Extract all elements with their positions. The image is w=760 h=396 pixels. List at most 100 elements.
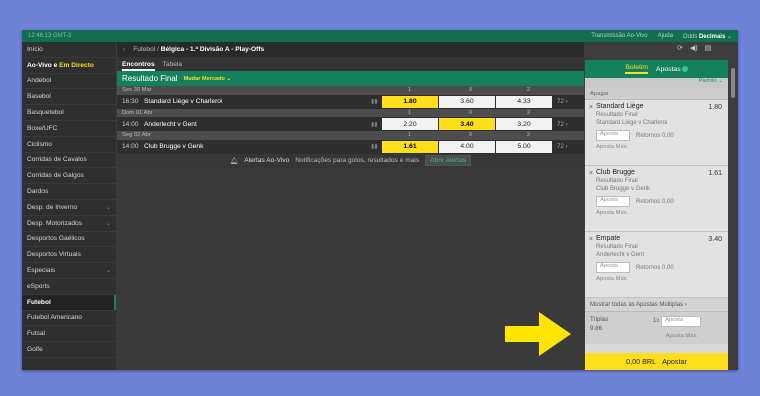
odds-button-away[interactable]: 4.33	[496, 95, 552, 108]
bet-selection: × Standard Liège 1.80 Resultado Final St…	[585, 100, 728, 166]
more-markets-link[interactable]: 72 ›	[557, 143, 568, 150]
show-multiples-label: Mostrar todas as Apostas Múltiplas	[590, 301, 684, 308]
tab-encontros[interactable]: Encontros	[122, 61, 155, 71]
show-multiples-link[interactable]: Mostrar todas as Apostas Múltiplas ›	[585, 298, 728, 312]
match-row[interactable]: 14:00 Anderlecht v Gent ▮▮ 2.20 3.40 3.2…	[117, 117, 584, 131]
sports-sidebar: Início Ao-Vivo e Em Directo Andebol Base…	[22, 42, 116, 370]
selection-market: Resultado Final	[596, 244, 638, 250]
odds-button-home[interactable]: 1.61	[382, 140, 438, 153]
sidebar-item-futsal[interactable]: Futsal	[22, 326, 116, 343]
list-icon[interactable]: ▤	[705, 44, 712, 52]
max-stake-link[interactable]: Aposta Máx.	[590, 144, 723, 150]
remove-selection-icon[interactable]: ×	[589, 104, 593, 111]
match-teams[interactable]: Club Brugge v Genk	[144, 143, 203, 150]
match-teams[interactable]: Anderlecht v Gent	[144, 121, 197, 128]
chevron-down-icon: ⌄	[718, 78, 723, 84]
sidebar-item-corridas-galgos[interactable]: Corridas de Galgos	[22, 168, 116, 185]
match-time: 16:30	[122, 98, 139, 105]
sidebar-item-futebol-americano[interactable]: Futebol Americano	[22, 311, 116, 327]
sidebar-item-live[interactable]: Ao-Vivo e Em Directo	[22, 58, 116, 74]
tab-bar: Encontros Tabela	[117, 57, 584, 71]
more-markets-link[interactable]: 72 ›	[557, 121, 568, 128]
open-alerts-button[interactable]: Abrir Alertas	[425, 155, 472, 166]
selection-name: Empate	[596, 235, 621, 242]
stake-input[interactable]: Aposta	[596, 130, 630, 141]
help-link[interactable]: Ajuda	[658, 33, 673, 39]
place-bet-button[interactable]: 0,00 BRL Apostar	[585, 353, 728, 370]
stats-icon[interactable]: ▮▮	[371, 143, 378, 150]
odds-button-draw[interactable]: 3.40	[439, 118, 495, 130]
odds-button-home[interactable]: 1.80	[382, 95, 438, 108]
odds-format-selector[interactable]: Odds Decimais ⌄	[683, 33, 732, 40]
sidebar-item-label: Especiais	[27, 267, 56, 275]
tab-boletim[interactable]: Boletim	[625, 64, 649, 74]
change-market-button[interactable]: Mudar Mercado ⌄	[184, 76, 232, 82]
live-stream-link[interactable]: Transmissão Ao-Vivo	[591, 33, 647, 39]
column-header-home: 1	[407, 109, 412, 116]
sidebar-item-basebol[interactable]: Basebol	[22, 89, 116, 106]
match-teams[interactable]: Standard Liège v Charleroi	[144, 98, 222, 105]
more-markets-link[interactable]: 72 ›	[557, 98, 568, 105]
sidebar-item-desp-inverno[interactable]: Desp. de Inverno ⌄	[22, 200, 116, 216]
stake-row: Aposta Retornos 0,00	[596, 130, 723, 141]
sidebar-item-corridas-cavalos[interactable]: Corridas de Cavalos	[22, 153, 116, 169]
sidebar-item-desportos-virtuais[interactable]: Desportos Virtuais	[22, 247, 116, 264]
sidebar-item-esports[interactable]: eSports	[22, 279, 116, 295]
chevron-down-icon: ⌄	[105, 220, 111, 227]
sidebar-item-basquetebol[interactable]: Basquetebol	[22, 105, 116, 121]
stake-input[interactable]: Aposta	[596, 196, 630, 207]
slip-mode-selector[interactable]: Padrão ⌄	[585, 78, 728, 88]
stake-input[interactable]: Aposta	[596, 262, 630, 273]
sound-icon[interactable]: ◀︎)	[690, 44, 698, 52]
max-stake-link[interactable]: Aposta Máx.	[590, 276, 723, 282]
odds-button-draw[interactable]: 4.00	[439, 140, 495, 153]
stats-icon[interactable]: ▮▮	[371, 121, 378, 128]
chevron-down-icon: ⌄	[226, 75, 232, 82]
date-row: Dom 01 Abr 1 X 2	[117, 108, 584, 117]
back-arrow-icon[interactable]: ‹	[123, 46, 125, 53]
sidebar-item-andebol[interactable]: Andebol	[22, 74, 116, 90]
refresh-icon[interactable]: ⟳	[677, 44, 683, 52]
odds-button-away[interactable]: 3.20	[496, 118, 552, 130]
remove-selection-icon[interactable]: ×	[589, 236, 593, 243]
sidebar-item-desp-motorizados[interactable]: Desp. Motorizados ⌄	[22, 216, 116, 232]
odds-button-away[interactable]: 5.00	[496, 140, 552, 153]
sidebar-item-inicio[interactable]: Início	[22, 42, 116, 58]
match-row[interactable]: 14:00 Club Brugge v Genk ▮▮ 1.61 4.00 5.…	[117, 139, 584, 154]
triplas-stake-input[interactable]: Aposta	[661, 316, 701, 327]
column-header-draw: X	[468, 132, 473, 139]
odds-button-draw[interactable]: 3.60	[439, 95, 495, 108]
match-time: 14:00	[122, 120, 139, 128]
market-title: Resultado Final	[122, 74, 178, 83]
max-stake-link[interactable]: Aposta Máx.	[590, 210, 723, 216]
breadcrumb-root[interactable]: Futebol	[133, 46, 155, 53]
sidebar-item-ciclismo[interactable]: Ciclismo	[22, 137, 116, 153]
returns-text: Retornos 0,00	[636, 198, 674, 205]
sidebar-item-futebol[interactable]: Futebol	[22, 294, 116, 311]
bet-selection: × Empate 3.40 Resultado Final Anderlecht…	[585, 232, 728, 298]
selection-name: Standard Liège	[596, 103, 644, 110]
odds-button-home[interactable]: 2.20	[382, 118, 438, 130]
sidebar-item-label: Boxe/UFC	[27, 124, 58, 132]
sidebar-item-especiais[interactable]: Especiais ⌄	[22, 263, 116, 279]
sidebar-item-dardos[interactable]: Dardos	[22, 184, 116, 200]
match-row[interactable]: 16:30 Standard Liège v Charleroi ▮▮ 1.80…	[117, 94, 584, 109]
sidebar-item-desportos-gaelicos[interactable]: Desportos Gaélicos	[22, 232, 116, 248]
selection-market: Resultado Final	[596, 178, 638, 184]
sidebar-item-label: Desp. de Inverno	[27, 203, 78, 211]
sidebar-item-boxe[interactable]: Boxe/UFC	[22, 121, 116, 137]
scrollbar[interactable]	[728, 60, 738, 370]
tab-apostas[interactable]: Apostas	[656, 65, 688, 73]
clear-slip-button[interactable]: Apagar	[585, 88, 728, 100]
remove-selection-icon[interactable]: ×	[589, 170, 593, 177]
stats-icon[interactable]: ▮▮	[371, 98, 378, 105]
match-date: Sex 30 Mar	[122, 87, 152, 94]
odds-format-label: Odds	[682, 33, 698, 40]
yellow-arrow-icon	[505, 312, 571, 356]
tab-tabela[interactable]: Tabela	[163, 61, 182, 71]
sidebar-item-label: Desportos Virtuais	[27, 251, 81, 259]
column-header-home: 1	[407, 132, 412, 139]
scrollbar-thumb[interactable]	[731, 68, 735, 98]
triplas-max-stake-link[interactable]: Aposta Máx.	[666, 333, 698, 339]
sidebar-item-golfe[interactable]: Golfe	[22, 342, 116, 358]
